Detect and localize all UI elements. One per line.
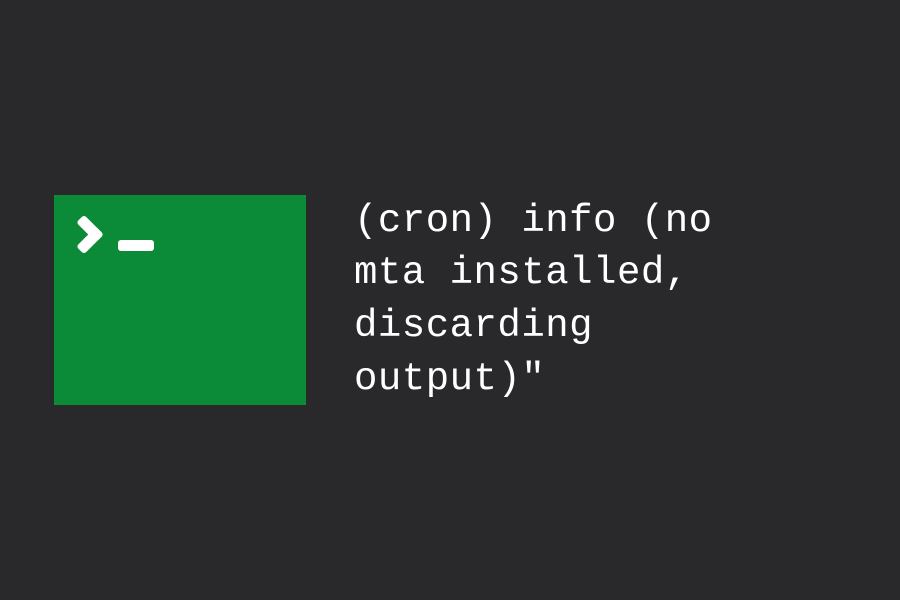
content-container: (cron) info (no mta installed, discardin… — [54, 195, 713, 406]
error-message: (cron) info (no mta installed, discardin… — [354, 195, 713, 406]
chevron-right-icon — [76, 215, 106, 257]
terminal-icon — [54, 195, 306, 405]
terminal-prompt — [76, 215, 154, 257]
underscore-icon — [118, 240, 154, 251]
